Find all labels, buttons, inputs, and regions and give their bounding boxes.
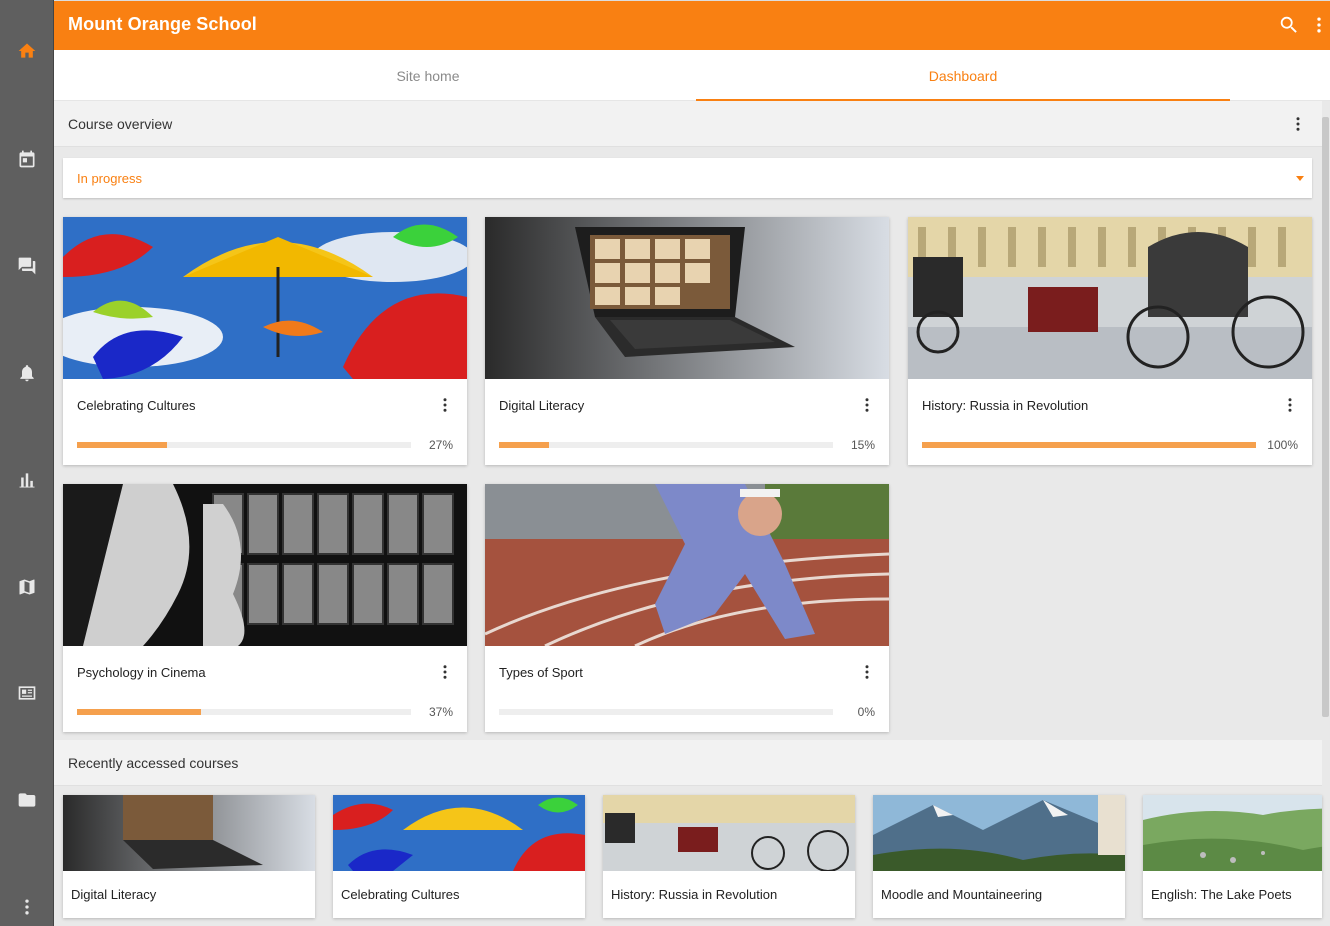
course-name[interactable]: History: Russia in Revolution (922, 398, 1088, 413)
course-name[interactable]: Celebrating Cultures (77, 398, 196, 413)
search-icon[interactable] (1278, 14, 1300, 36)
course-image-faces (63, 484, 467, 646)
recent-course-card[interactable]: Celebrating Cultures (333, 795, 585, 918)
progress-bar (77, 442, 411, 448)
progress-fill (77, 709, 201, 715)
tab-site-home[interactable]: Site home (161, 50, 695, 101)
notifications-bell-icon[interactable] (16, 362, 38, 384)
recent-courses-title: Recently accessed courses (68, 755, 239, 771)
course-more-icon[interactable] (435, 395, 455, 415)
course-overview-more-icon[interactable] (1288, 114, 1308, 134)
news-icon[interactable] (16, 682, 38, 704)
progress-bar (77, 709, 411, 715)
course-card[interactable]: Celebrating Cultures 27% (63, 217, 467, 465)
progress-bar (922, 442, 1256, 448)
progress-fill (499, 442, 550, 448)
recent-course-card[interactable]: Digital Literacy (63, 795, 315, 918)
course-name[interactable]: Types of Sport (499, 665, 583, 680)
home-icon[interactable] (16, 40, 38, 62)
chevron-down-icon (1296, 176, 1304, 181)
course-image-carriages (908, 217, 1312, 379)
course-card[interactable]: Types of Sport 0% (485, 484, 889, 732)
recent-course-card[interactable]: English: The Lake Poets (1143, 795, 1322, 918)
course-image-laptop (485, 217, 889, 379)
course-filter-value: In progress (77, 171, 143, 186)
dashboard-content: Course overview In progress Celebrating … (54, 101, 1330, 926)
course-more-icon[interactable] (1280, 395, 1300, 415)
progress-percent: 15% (850, 438, 875, 452)
recent-course-image-laptop (63, 795, 315, 871)
tab-dashboard[interactable]: Dashboard (696, 50, 1230, 101)
recent-course-image-hills (1143, 795, 1322, 871)
tab-bar: Site home Dashboard (54, 50, 1330, 101)
recent-course-card[interactable]: Moodle and Mountaineering (873, 795, 1125, 918)
progress-fill (922, 442, 1256, 448)
course-more-icon[interactable] (435, 662, 455, 682)
recent-course-name[interactable]: Moodle and Mountaineering (881, 887, 1042, 902)
course-name[interactable]: Digital Literacy (499, 398, 584, 413)
course-more-icon[interactable] (857, 662, 877, 682)
app-header: Mount Orange School (54, 0, 1330, 50)
recent-course-name[interactable]: Digital Literacy (71, 887, 156, 902)
course-name[interactable]: Psychology in Cinema (77, 665, 206, 680)
progress-percent: 37% (428, 705, 453, 719)
progress-fill (77, 442, 168, 448)
progress-bar (499, 442, 833, 448)
recent-course-image-umbrellas (333, 795, 585, 871)
course-image-runner (485, 484, 889, 646)
progress-percent: 27% (428, 438, 453, 452)
course-image-umbrellas (63, 217, 467, 379)
site-title: Mount Orange School (68, 14, 257, 34)
recent-course-name[interactable]: English: The Lake Poets (1151, 887, 1292, 902)
map-icon[interactable] (16, 576, 38, 598)
recent-course-image-carriages (603, 795, 855, 871)
course-more-icon[interactable] (857, 395, 877, 415)
header-more-icon[interactable] (1308, 14, 1330, 36)
scrollbar[interactable] (1322, 117, 1329, 717)
course-filter-select[interactable]: In progress (63, 158, 1312, 198)
course-overview-header: Course overview (54, 101, 1322, 147)
grades-chart-icon[interactable] (16, 469, 38, 491)
recent-course-card[interactable]: History: Russia in Revolution (603, 795, 855, 918)
recent-course-name[interactable]: History: Russia in Revolution (611, 887, 777, 902)
course-card[interactable]: Digital Literacy 15% (485, 217, 889, 465)
progress-percent: 0% (857, 705, 875, 719)
course-overview-title: Course overview (68, 116, 173, 132)
recent-course-name[interactable]: Celebrating Cultures (341, 887, 460, 902)
recent-courses-header: Recently accessed courses (54, 740, 1322, 786)
progress-percent: 100% (1267, 438, 1298, 452)
calendar-icon[interactable] (16, 148, 38, 170)
side-menu (0, 0, 54, 926)
course-card[interactable]: History: Russia in Revolution 100% (908, 217, 1312, 465)
progress-bar (499, 709, 833, 715)
recent-course-image-mountains (873, 795, 1125, 871)
folder-icon[interactable] (16, 789, 38, 811)
course-card[interactable]: Psychology in Cinema 37% (63, 484, 467, 732)
messages-icon[interactable] (16, 255, 38, 277)
more-vertical-icon[interactable] (16, 896, 38, 918)
